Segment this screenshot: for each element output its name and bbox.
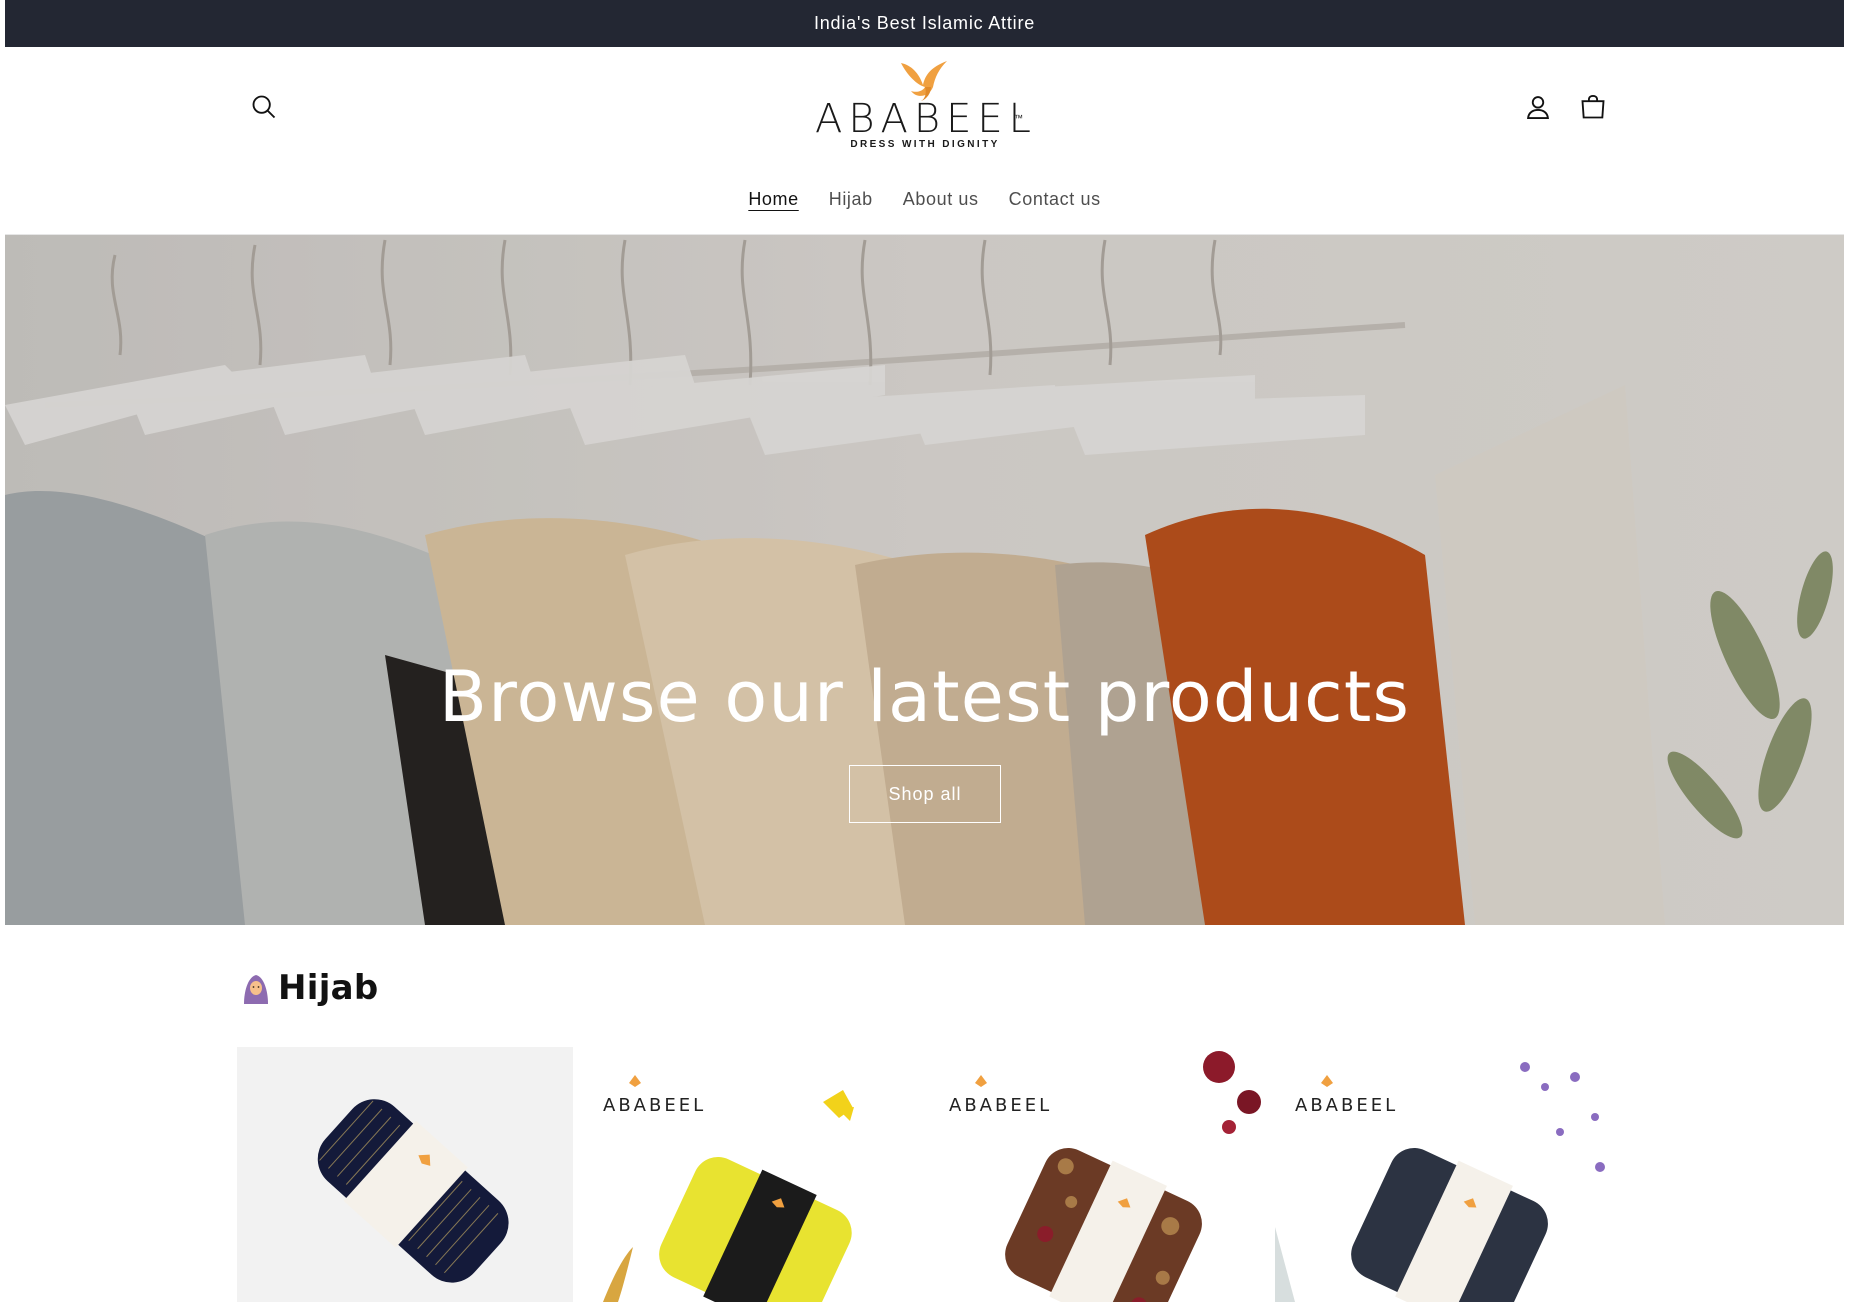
site-logo[interactable]: ABABEEL ™ DRESS WITH DIGNITY (815, 59, 1035, 169)
nav-hijab[interactable]: Hijab (814, 187, 888, 211)
account-icon (1527, 96, 1549, 120)
hero-title: Browse our latest products (438, 656, 1411, 738)
cart-button[interactable] (1571, 85, 1615, 129)
product-card[interactable] (237, 1047, 573, 1302)
woman-with-headscarf-emoji (244, 975, 268, 1004)
search-icon (252, 95, 276, 119)
nav-home[interactable]: Home (733, 187, 813, 211)
collection-title: Hijab (278, 968, 379, 1008)
logo-wordmark: ABABEEL ™ (815, 96, 1037, 142)
product-image (929, 1047, 1265, 1302)
shop-all-button[interactable]: Shop all (849, 765, 1001, 823)
account-button[interactable] (1516, 85, 1560, 129)
collection-heading: Hijab (240, 968, 379, 1008)
product-brand-logo: ABABEEL (1295, 1095, 1399, 1116)
announcement-bar: India's Best Islamic Attire (5, 0, 1844, 47)
product-grid: ABABEEL ABABEEL ABABEEL (237, 1047, 1612, 1302)
product-card[interactable]: ABABEEL (583, 1047, 919, 1302)
cart-icon (1581, 94, 1605, 119)
hero-banner: Browse our latest products Shop all (5, 235, 1844, 925)
product-brand-logo: ABABEEL (949, 1095, 1053, 1116)
product-image (583, 1047, 919, 1302)
product-brand-logo: ABABEEL (603, 1095, 707, 1116)
announcement-text: India's Best Islamic Attire (813, 13, 1036, 33)
site-header: ABABEEL ™ DRESS WITH DIGNITY Home Hijab A… (5, 47, 1844, 235)
product-card[interactable]: ABABEEL (929, 1047, 1265, 1302)
search-button[interactable] (242, 85, 286, 129)
nav-contact-us[interactable]: Contact us (994, 187, 1116, 211)
product-card[interactable]: ABABEEL (1275, 1047, 1611, 1302)
bird-logo-icon (901, 61, 947, 101)
main-navigation: Home Hijab About us Contact us (5, 187, 1844, 211)
nav-about-us[interactable]: About us (888, 187, 994, 211)
product-image (1275, 1047, 1611, 1302)
product-image (237, 1047, 573, 1302)
